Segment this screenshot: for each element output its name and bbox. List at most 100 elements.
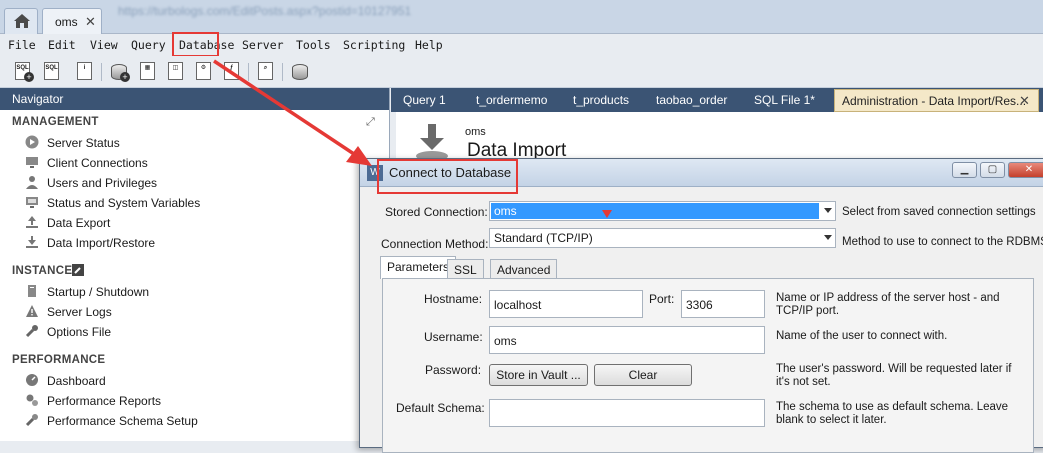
inspector-icon[interactable]: i: [74, 61, 96, 83]
menu-tools[interactable]: Tools: [296, 38, 331, 52]
wrench-gear-icon: [25, 414, 38, 427]
chevron-down-icon: [824, 208, 832, 213]
toolbar-separator: [101, 63, 102, 81]
section-management: MANAGEMENT: [12, 116, 99, 128]
menu-file[interactable]: File: [8, 38, 36, 52]
tab-parameters[interactable]: Parameters: [380, 256, 457, 279]
chevron-down-icon: [824, 235, 832, 240]
tab-ssl[interactable]: SSL: [447, 259, 484, 279]
toolbar-separator: [282, 63, 283, 81]
home-tab[interactable]: [4, 8, 38, 34]
export-icon: [26, 216, 38, 228]
wrench-icon: [25, 325, 38, 338]
stored-connection-desc: Select from saved connection settings: [842, 206, 1036, 218]
tab-label: Administration - Data Import/Res...: [842, 94, 1027, 108]
home-icon: [14, 14, 30, 28]
nav-item-label: Users and Privileges: [47, 176, 158, 190]
password-desc: The user's password. Will be requested l…: [776, 363, 1012, 388]
search-table-data-icon[interactable]: ⌕: [255, 61, 277, 83]
default-schema-label: Default Schema:: [396, 401, 485, 415]
section-performance: PERFORMANCE: [12, 354, 106, 366]
port-label: Port:: [649, 292, 675, 306]
close-icon[interactable]: ✕: [1008, 162, 1043, 178]
navigator-header: Navigator: [0, 88, 389, 110]
database-menu-highlight: [172, 32, 219, 57]
tab-taobao-order[interactable]: taobao_order: [656, 93, 727, 107]
nav-item-label: Server Logs: [47, 305, 112, 319]
username-field[interactable]: oms: [489, 326, 765, 354]
menu-scripting[interactable]: Scripting: [343, 38, 405, 52]
monitor-icon: [26, 197, 38, 208]
blurred-url: https://turbologs.com/EditPosts.aspx?pos…: [118, 4, 412, 18]
toolbar: SQL + SQL i + ▦ ◫ ⚙ ƒ ⌕: [0, 56, 1043, 88]
nav-item-label: Options File: [47, 325, 112, 339]
app-tab-strip: oms ✕ https://turbologs.com/EditPosts.as…: [0, 0, 1043, 35]
create-procedure-icon[interactable]: ⚙: [193, 61, 215, 83]
username-label: Username:: [424, 330, 483, 344]
stored-connection-select[interactable]: oms: [489, 201, 836, 221]
play-icon: [25, 135, 39, 149]
tab-administration-data-import[interactable]: Administration - Data Import/Res... ✕: [834, 89, 1039, 112]
expand-icon[interactable]: ⤢: [366, 116, 375, 129]
user-icon: [26, 176, 38, 189]
close-icon[interactable]: ✕: [85, 14, 96, 30]
menu-bar: File Edit View Query Database Server Too…: [0, 34, 1043, 56]
create-schema-icon[interactable]: +: [108, 61, 130, 83]
nav-item-label: Performance Schema Setup: [47, 414, 198, 428]
store-in-vault-button[interactable]: Store in Vault ...: [489, 364, 588, 386]
section-instance: INSTANCE: [12, 265, 73, 277]
warning-icon: [26, 305, 38, 317]
tab-sql-file-1[interactable]: SQL File 1*: [754, 93, 815, 107]
clear-password-button[interactable]: Clear: [594, 364, 692, 386]
password-label: Password:: [425, 363, 482, 377]
default-schema-field[interactable]: [489, 399, 765, 427]
minimize-icon[interactable]: ▁: [952, 162, 977, 178]
hostname-label: Hostname:: [424, 292, 483, 306]
server-icon: [28, 285, 36, 297]
monitor-icon: [26, 157, 38, 168]
gears-icon: [26, 394, 38, 406]
import-icon: [416, 124, 448, 161]
menu-help[interactable]: Help: [415, 38, 443, 52]
menu-query[interactable]: Query: [131, 38, 166, 52]
menu-view[interactable]: View: [90, 38, 118, 52]
nav-item-label: Performance Reports: [47, 394, 162, 408]
connection-method-desc: Method to use to connect to the RDBMS: [842, 236, 1043, 248]
connection-tab[interactable]: oms ✕: [42, 8, 102, 35]
menu-server[interactable]: Server: [242, 38, 284, 52]
nav-item-label: Data Import/Restore: [47, 236, 156, 250]
open-sql-script-icon[interactable]: SQL: [41, 61, 63, 83]
nav-item-label: Data Export: [47, 216, 111, 230]
pointer-marker: [602, 210, 612, 218]
username-desc: Name of the user to connect with.: [776, 330, 948, 342]
dashboard-icon: [26, 374, 38, 386]
maximize-icon[interactable]: ▢: [980, 162, 1005, 178]
tab-t-products[interactable]: t_products: [573, 93, 629, 107]
connection-method-select[interactable]: Standard (TCP/IP): [489, 228, 836, 248]
new-sql-tab-icon[interactable]: SQL +: [12, 61, 34, 83]
navigator-panel: Navigator ⤢ MANAGEMENT Server Status Cli…: [0, 88, 390, 441]
import-icon: [26, 236, 38, 248]
tab-advanced[interactable]: Advanced: [490, 259, 558, 279]
connection-tab-label: oms: [55, 15, 78, 29]
close-icon[interactable]: ✕: [1019, 93, 1030, 109]
create-function-icon[interactable]: ƒ: [221, 61, 243, 83]
connect-to-database-dialog: W Connect to Database ▁ ▢ ✕ Stored Conne…: [359, 158, 1043, 453]
hostname-field[interactable]: localhost: [489, 290, 643, 318]
port-field[interactable]: 3306: [681, 290, 765, 318]
menu-edit[interactable]: Edit: [48, 38, 76, 52]
toolbar-separator: [248, 63, 249, 81]
admin-connection-name: oms: [465, 126, 486, 138]
tab-query-1[interactable]: Query 1: [403, 93, 446, 107]
wrench-icon[interactable]: [72, 264, 84, 276]
stored-connection-value: oms: [491, 203, 819, 219]
create-view-icon[interactable]: ◫: [165, 61, 187, 83]
create-table-icon[interactable]: ▦: [137, 61, 159, 83]
nav-item-label: Startup / Shutdown: [47, 285, 150, 299]
default-schema-desc: The schema to use as default schema. Lea…: [776, 401, 1009, 426]
tab-t-ordermemo[interactable]: t_ordermemo: [476, 93, 547, 107]
nav-item-label: Server Status: [47, 136, 120, 150]
hostname-desc: Name or IP address of the server host - …: [776, 292, 1000, 317]
reconnect-icon[interactable]: [289, 61, 311, 83]
nav-item-label: Dashboard: [47, 374, 106, 388]
